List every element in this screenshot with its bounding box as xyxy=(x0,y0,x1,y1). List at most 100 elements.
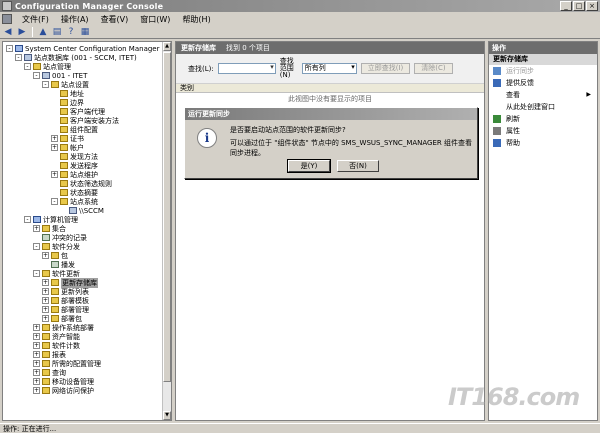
expand-icon[interactable]: + xyxy=(33,333,40,340)
server-icon xyxy=(69,207,77,214)
column-header-category[interactable]: 类别 xyxy=(176,84,484,93)
maximize-button[interactable]: □ xyxy=(573,1,585,11)
expand-icon[interactable]: + xyxy=(33,351,40,358)
close-button[interactable]: × xyxy=(586,1,598,11)
menu-file[interactable]: 文件(F) xyxy=(16,14,55,25)
help-icon xyxy=(493,139,501,147)
expand-icon[interactable]: + xyxy=(33,360,40,367)
refresh-icon xyxy=(493,115,501,123)
menu-bar: 文件(F) 操作(A) 查看(V) 窗口(W) 帮助(H) xyxy=(0,12,600,26)
expand-icon[interactable]: + xyxy=(33,387,40,394)
menu-action[interactable]: 操作(A) xyxy=(55,14,95,25)
watermark: IT168.com xyxy=(448,383,580,411)
help-icon[interactable]: ? xyxy=(65,27,77,38)
actions-section[interactable]: 更新存储库 xyxy=(489,54,597,65)
tree-item[interactable]: - 站点数据库 (001 - SCCM, ITET) xyxy=(15,53,137,62)
tree-item[interactable]: - 计算机管理 xyxy=(24,215,78,224)
console-icon[interactable] xyxy=(2,14,12,24)
expand-icon[interactable]: + xyxy=(42,252,49,259)
console-tree[interactable]: - System Center Configuration Manager - 站点数… xyxy=(2,41,172,421)
folder-icon xyxy=(51,288,59,295)
properties-icon xyxy=(493,127,501,135)
expand-icon[interactable]: + xyxy=(33,378,40,385)
action-item[interactable]: 属性 xyxy=(489,125,597,137)
expand-icon[interactable]: + xyxy=(51,144,58,151)
folder-icon xyxy=(42,225,50,232)
expand-icon[interactable]: + xyxy=(33,342,40,349)
scroll-up-icon[interactable]: ▲ xyxy=(163,42,171,51)
collapse-icon[interactable]: - xyxy=(33,270,40,277)
action-item[interactable]: 运行同步 xyxy=(489,65,597,77)
back-icon[interactable]: ◀ xyxy=(2,27,14,38)
tree-item[interactable]: - 软件分发 xyxy=(33,242,80,251)
expand-icon[interactable]: + xyxy=(42,279,49,286)
refresh-icon[interactable]: ▦ xyxy=(79,27,91,38)
tree-item-label: 001 - ITET xyxy=(52,71,88,80)
action-item[interactable]: 帮助 xyxy=(489,137,597,149)
action-item-label: 运行同步 xyxy=(506,67,534,75)
expand-icon[interactable]: + xyxy=(33,324,40,331)
sync-icon xyxy=(493,67,501,75)
expand-icon[interactable]: + xyxy=(51,171,58,178)
collapse-icon[interactable]: - xyxy=(51,198,58,205)
title-bar: Configuration Manager Console _ □ × xyxy=(0,0,600,12)
server-icon xyxy=(42,72,50,79)
folder-icon xyxy=(42,333,50,340)
yes-button[interactable]: 是(Y) xyxy=(287,159,331,173)
action-item-label: 从此处创建窗口 xyxy=(506,103,555,111)
item-icon xyxy=(42,234,50,241)
up-folder-icon[interactable]: ▲ xyxy=(37,27,49,38)
collapse-icon[interactable]: - xyxy=(33,243,40,250)
expand-icon[interactable]: + xyxy=(42,297,49,304)
toolbar: ◀ ▶ ▲ ▤ ? ▦ xyxy=(0,26,600,39)
scope-select[interactable]: 所有列 xyxy=(301,63,357,74)
tree-item[interactable]: - 站点管理 xyxy=(24,62,71,71)
folder-icon xyxy=(60,135,68,142)
tree-item-label: 站点管理 xyxy=(43,62,71,71)
show-tree-icon[interactable]: ▤ xyxy=(51,27,63,38)
collapse-icon[interactable]: - xyxy=(24,63,31,70)
action-item[interactable]: 从此处创建窗口 xyxy=(489,101,597,113)
folder-icon xyxy=(60,189,68,196)
minimize-button[interactable]: _ xyxy=(560,1,572,11)
expand-icon[interactable]: + xyxy=(42,288,49,295)
results-header: 更新存储库 找到 0 个项目 xyxy=(176,42,484,54)
menu-view[interactable]: 查看(V) xyxy=(95,14,135,25)
scroll-down-icon[interactable]: ▼ xyxy=(163,411,171,420)
action-item[interactable]: 查看 ▶ xyxy=(489,89,597,101)
expand-icon[interactable]: + xyxy=(51,135,58,142)
tree-item-label: System Center Configuration Manager xyxy=(25,44,160,53)
collapse-icon[interactable]: - xyxy=(6,45,13,52)
folder-icon xyxy=(42,270,50,277)
sync-dialog: 运行更新同步 i 是否要启动站点范围的软件更新同步? 可以通过位于 "组件状态"… xyxy=(184,107,478,179)
expand-icon[interactable]: + xyxy=(33,225,40,232)
forward-icon[interactable]: ▶ xyxy=(16,27,28,38)
clear-button[interactable]: 清除(C) xyxy=(414,63,453,74)
collapse-icon[interactable]: - xyxy=(33,72,40,79)
expand-icon[interactable]: + xyxy=(42,306,49,313)
action-item-label: 查看 xyxy=(506,91,520,99)
item-icon xyxy=(51,261,59,268)
menu-help[interactable]: 帮助(H) xyxy=(176,14,216,25)
expand-icon[interactable]: + xyxy=(33,369,40,376)
collapse-icon[interactable]: - xyxy=(15,54,22,61)
folder-icon xyxy=(60,90,68,97)
scroll-thumb[interactable] xyxy=(163,52,171,382)
menu-window[interactable]: 窗口(W) xyxy=(134,14,176,25)
collapse-icon[interactable]: - xyxy=(42,81,49,88)
expand-icon[interactable]: + xyxy=(42,315,49,322)
tree-item[interactable]: + 所需的配置管理 xyxy=(33,359,101,368)
info-icon: i xyxy=(197,128,217,148)
folder-icon xyxy=(42,378,50,385)
tree-item[interactable]: - 站点系统 xyxy=(51,197,98,206)
folder-icon xyxy=(60,153,68,160)
tree-item[interactable]: + 网络访问保护 xyxy=(33,386,94,395)
tree-scrollbar[interactable]: ▲ ▼ xyxy=(162,42,171,420)
action-item[interactable]: 提供反馈 xyxy=(489,77,597,89)
collapse-icon[interactable]: - xyxy=(24,216,31,223)
no-button[interactable]: 否(N) xyxy=(337,160,379,172)
action-item[interactable]: 刷新 xyxy=(489,113,597,125)
search-input[interactable] xyxy=(217,63,276,74)
find-now-button[interactable]: 立即查找(I) xyxy=(360,63,411,74)
status-bar: 操作: 正在进行... xyxy=(0,423,600,433)
